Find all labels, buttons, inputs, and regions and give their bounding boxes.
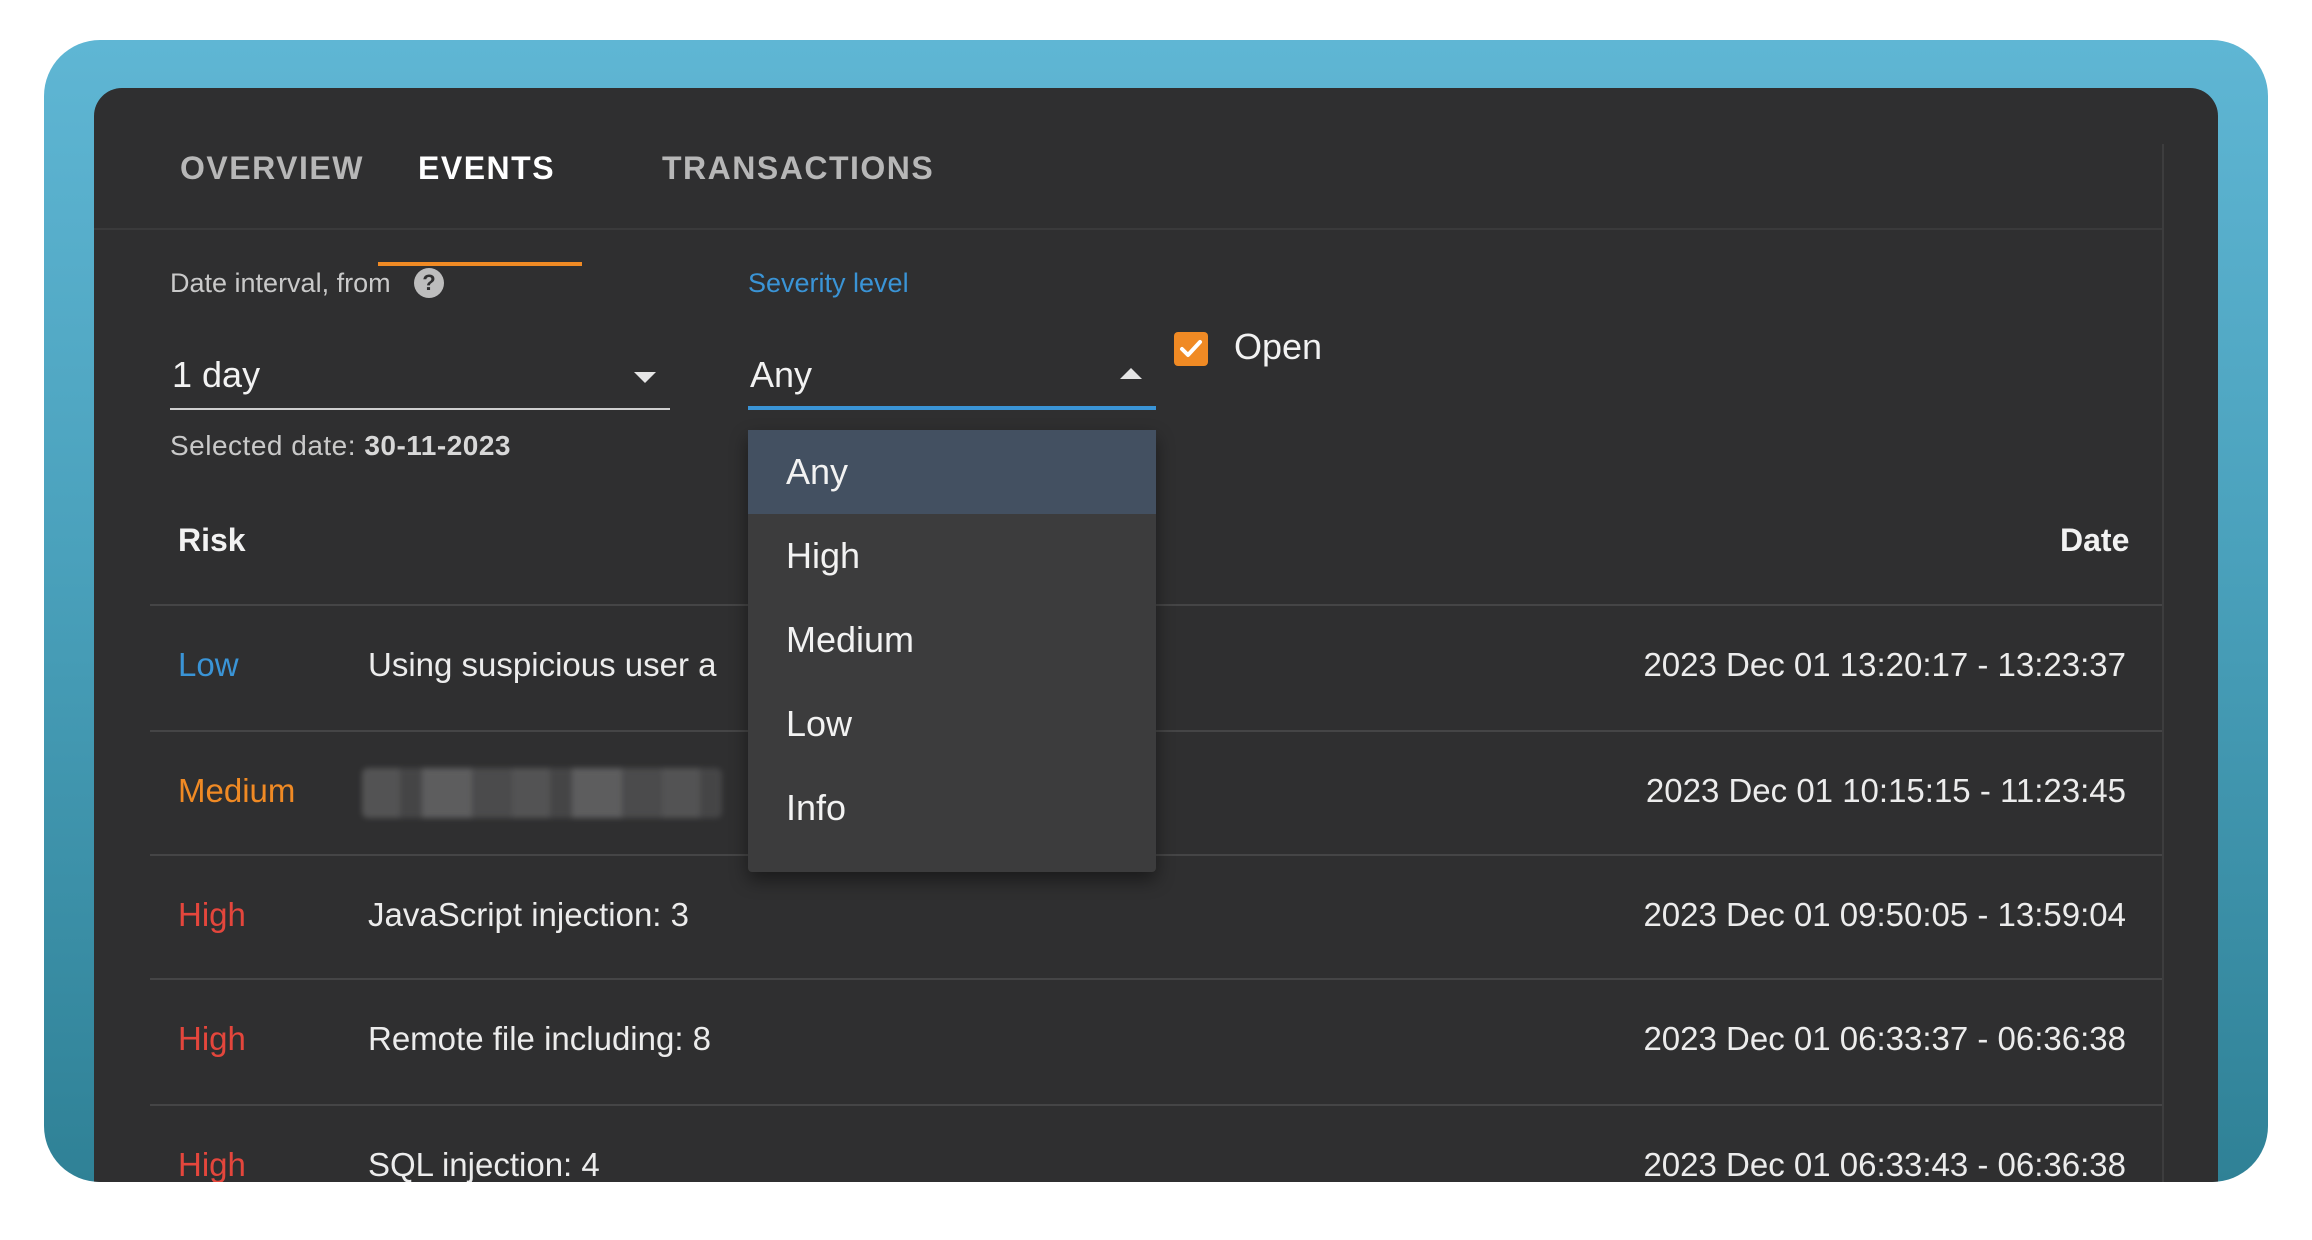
column-header-risk[interactable]: Risk (178, 522, 246, 559)
open-checkbox[interactable] (1174, 332, 1208, 366)
table-row[interactable]: Medium 2023 Dec 01 10:15:15 - 11:23:45 (150, 732, 2162, 856)
event-cell: SQL injection: 4 (368, 1146, 600, 1182)
selected-date-value: 30-11-2023 (364, 430, 511, 461)
vertical-divider (2162, 144, 2164, 1182)
help-circle-icon[interactable]: ? (414, 268, 444, 298)
severity-level-label: Severity level (748, 268, 909, 298)
severity-dropdown-menu: Any High Medium Low Info (748, 430, 1156, 872)
severity-option-medium[interactable]: Medium (748, 598, 1156, 682)
date-interval-label: Date interval, from (170, 268, 391, 298)
event-cell: Remote file including: 8 (368, 1020, 712, 1057)
redacted-event-cell (362, 768, 722, 818)
risk-cell: High (178, 1020, 246, 1057)
selected-date-prefix: Selected date: (170, 430, 357, 461)
table-row[interactable]: High SQL injection: 4 2023 Dec 01 06:33:… (150, 1106, 2162, 1182)
risk-cell: Low (178, 646, 239, 683)
tab-bar: OVERVIEW EVENTS TRANSACTIONS (94, 88, 2162, 230)
date-cell: 2023 Dec 01 13:20:17 - 13:23:37 (1643, 646, 2126, 683)
severity-option-info[interactable]: Info (748, 766, 1156, 850)
table-row[interactable]: Low Using suspicious user a 2023 Dec 01 … (150, 606, 2162, 730)
open-checkbox-label[interactable]: Open (1234, 326, 1322, 368)
severity-level-select[interactable]: Any (748, 344, 1156, 410)
risk-cell: High (178, 1146, 246, 1182)
event-cell: Using suspicious user a (368, 646, 717, 683)
table-row[interactable]: High Remote file including: 8 2023 Dec 0… (150, 980, 2162, 1104)
severity-option-any[interactable]: Any (748, 430, 1156, 514)
chevron-down-icon (634, 372, 656, 383)
date-cell: 2023 Dec 01 06:33:43 - 06:36:38 (1643, 1146, 2126, 1182)
tab-events[interactable]: EVENTS (418, 150, 555, 230)
table-row[interactable]: High JavaScript injection: 3 2023 Dec 01… (150, 856, 2162, 980)
date-cell: 2023 Dec 01 10:15:15 - 11:23:45 (1645, 772, 2126, 809)
active-tab-indicator (378, 262, 582, 266)
risk-cell: High (178, 896, 246, 933)
chevron-up-icon (1120, 368, 1142, 379)
severity-option-low[interactable]: Low (748, 682, 1156, 766)
tab-overview[interactable]: OVERVIEW (180, 150, 364, 230)
teal-frame: OVERVIEW EVENTS TRANSACTIONS Date interv… (44, 40, 2268, 1182)
date-cell: 2023 Dec 01 06:33:37 - 06:36:38 (1643, 1020, 2126, 1057)
selected-date: Selected date: 30-11-2023 (170, 430, 511, 462)
tab-transactions[interactable]: TRANSACTIONS (662, 150, 934, 230)
risk-cell: Medium (178, 772, 296, 809)
events-panel: OVERVIEW EVENTS TRANSACTIONS Date interv… (94, 88, 2218, 1182)
column-header-date[interactable]: Date (2060, 522, 2129, 559)
event-cell: JavaScript injection: 3 (368, 896, 689, 933)
date-cell: 2023 Dec 01 09:50:05 - 13:59:04 (1643, 896, 2126, 933)
checkmark-icon (1180, 340, 1202, 357)
severity-level-value: Any (750, 354, 813, 395)
severity-option-high[interactable]: High (748, 514, 1156, 598)
date-interval-select[interactable]: 1 day (170, 344, 670, 410)
date-interval-value: 1 day (172, 354, 261, 395)
